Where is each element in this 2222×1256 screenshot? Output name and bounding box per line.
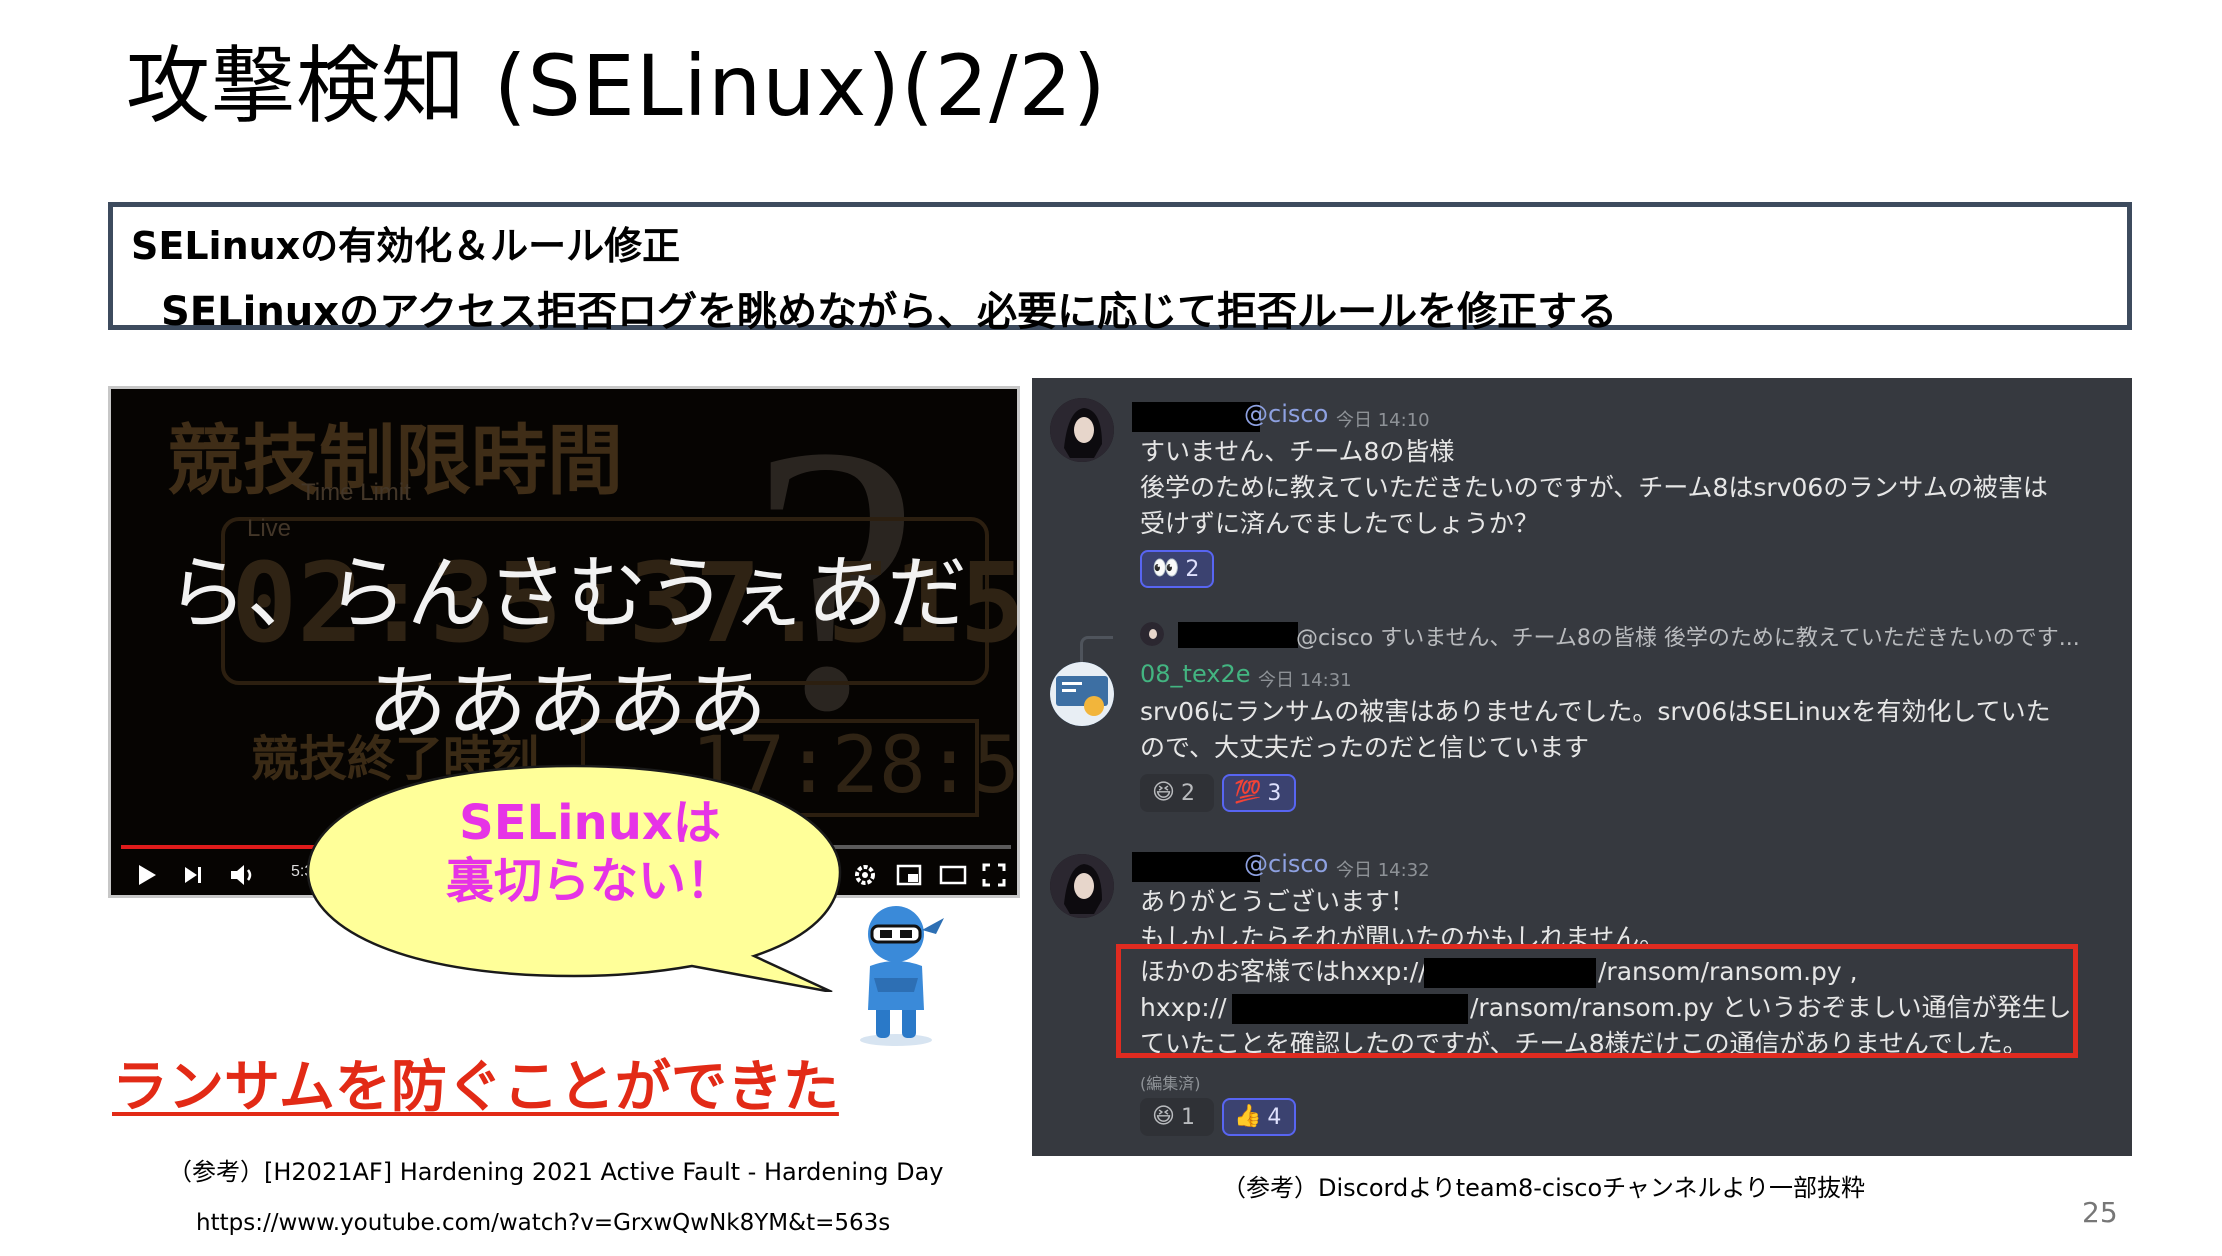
reaction-laughing[interactable]: 😆 1 bbox=[1140, 1098, 1214, 1136]
slide-title: 攻撃検知 (SELinux)(2/2) bbox=[126, 37, 1107, 135]
message-timestamp: 今日 14:10 bbox=[1336, 410, 1430, 431]
bubble-line1: SELinuxは bbox=[459, 795, 721, 851]
reaction-hundred[interactable]: 💯 3 bbox=[1222, 774, 1296, 812]
redacted-username bbox=[1178, 622, 1298, 648]
summary-body: SELinuxのアクセス拒否ログを眺めながら、必要に応じて拒否ルールを修正する bbox=[161, 289, 1618, 335]
bubble-text: SELinuxは 裏切らない！ bbox=[420, 794, 760, 910]
redacted-username bbox=[1132, 402, 1260, 432]
page-number: 25 bbox=[2082, 1196, 2118, 1229]
message-line: 後学のために教えていただきたいのですが、チーム8はsrv06のランサムの被害は bbox=[1140, 473, 2048, 502]
reaction-count: 2 bbox=[1180, 780, 1195, 806]
username[interactable]: 08_tex2e bbox=[1140, 660, 1251, 688]
bubble-line2: 裏切らない！ bbox=[445, 853, 734, 909]
reaction-laughing[interactable]: 😆 2 bbox=[1140, 774, 1214, 812]
eyes-icon: 👀 bbox=[1152, 556, 1180, 581]
video-caption-line1: ら、らんさむうぇあだ bbox=[167, 547, 967, 640]
message-line: ので、大丈夫だったのだと信じています bbox=[1140, 733, 1590, 762]
laughing-icon: 😆 bbox=[1152, 1104, 1175, 1129]
thumbs-up-icon: 👍 bbox=[1234, 1104, 1262, 1129]
username-suffix: @cisco bbox=[1244, 850, 1329, 878]
reference-video: （参考）[H2021AF] Hardening 2021 Active Faul… bbox=[168, 1158, 944, 1186]
miniplayer-icon[interactable] bbox=[891, 857, 927, 893]
edited-label: (編集済) bbox=[1140, 1074, 1201, 1093]
avatar bbox=[1050, 854, 1114, 918]
highlight-box bbox=[1116, 944, 2078, 1058]
laughing-icon: 😆 bbox=[1152, 780, 1175, 805]
reaction-count: 2 bbox=[1185, 556, 1200, 582]
volume-icon[interactable] bbox=[223, 857, 263, 893]
conclusion-text: ランサムを防ぐことができた bbox=[112, 1055, 839, 1120]
summary-box: SELinuxの有効化＆ルール修正 SELinuxのアクセス拒否ログを眺めながら… bbox=[108, 202, 2132, 335]
video-bg-subheading: Time Limit bbox=[301, 479, 411, 506]
reference-url[interactable]: https://www.youtube.com/watch?v=GrxwQwNk… bbox=[196, 1210, 890, 1236]
video-caption: ら、らんさむうぇあだ あああああ bbox=[111, 539, 1017, 759]
reaction-count: 3 bbox=[1267, 780, 1282, 806]
next-icon[interactable] bbox=[175, 857, 211, 893]
reference-discord: （参考）Discordよりteam8-ciscoチャンネルより一部抜粋 bbox=[1222, 1174, 1865, 1202]
reaction-thumbs-up[interactable]: 👍 4 bbox=[1222, 1098, 1296, 1136]
message-line: srv06にランサムの被害はありませんでした。srv06はSELinuxを有効化… bbox=[1140, 697, 2051, 726]
redacted-username bbox=[1132, 852, 1260, 882]
reaction-eyes[interactable]: 👀 2 bbox=[1140, 550, 1214, 588]
username-suffix: @cisco bbox=[1244, 400, 1329, 428]
theater-icon[interactable] bbox=[935, 857, 971, 893]
reaction-count: 1 bbox=[1180, 1104, 1195, 1130]
video-caption-line2: あああああ bbox=[367, 657, 767, 750]
fullscreen-icon[interactable] bbox=[979, 857, 1009, 893]
message-timestamp: 今日 14:31 bbox=[1258, 670, 1352, 691]
ninja-mascot-icon bbox=[860, 906, 944, 1046]
hundred-icon: 💯 bbox=[1234, 780, 1262, 805]
play-icon[interactable] bbox=[129, 857, 165, 893]
reaction-count: 4 bbox=[1267, 1104, 1282, 1130]
message-line: ありがとうございます！ bbox=[1140, 887, 1416, 916]
summary-heading: SELinuxの有効化＆ルール修正 bbox=[131, 224, 681, 268]
reply-preview[interactable]: @cisco すいません、チーム8の皆様 後学のために教えていただきたいのです.… bbox=[1296, 620, 2080, 652]
avatar bbox=[1050, 398, 1114, 462]
reply-avatar bbox=[1140, 622, 1164, 646]
message-timestamp: 今日 14:32 bbox=[1336, 860, 1430, 881]
message-line: すいません、チーム8の皆様 bbox=[1140, 437, 1455, 466]
discord-screenshot: @cisco 今日 14:10 すいません、チーム8の皆様 後学のために教えてい… bbox=[1032, 378, 2132, 1156]
message-line: 受けずに済んでましたでしょうか？ bbox=[1140, 509, 1539, 538]
avatar bbox=[1050, 662, 1114, 726]
